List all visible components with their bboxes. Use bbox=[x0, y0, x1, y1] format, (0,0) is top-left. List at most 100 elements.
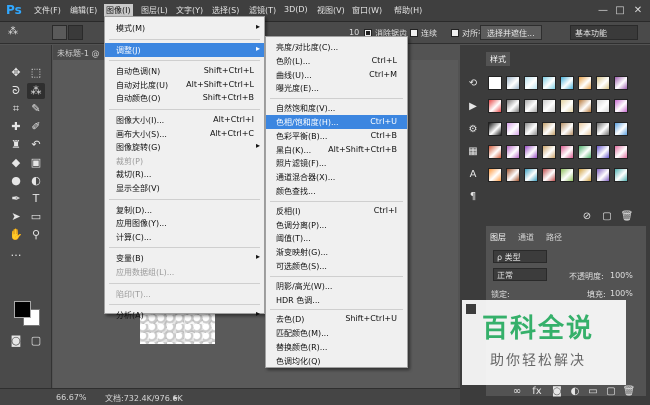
menu-item-模式[interactable]: 模式(M) ▸ bbox=[105, 21, 264, 35]
style-swatch[interactable] bbox=[596, 99, 610, 113]
new-layer-icon[interactable]: ▢ bbox=[604, 385, 618, 399]
menu-item-可选颜色[interactable]: 可选颜色(S)... bbox=[266, 259, 407, 273]
layer-style-icon[interactable]: fx bbox=[530, 385, 544, 399]
style-swatch[interactable] bbox=[542, 168, 556, 182]
link-layers-icon[interactable]: ∞ bbox=[510, 385, 524, 399]
menu-item-反相[interactable]: 反相(I) Ctrl+I bbox=[266, 204, 407, 218]
menu-item-色相-饱和度[interactable]: 色相/饱和度(H)... Ctrl+U bbox=[266, 115, 407, 129]
menu-item-自然饱和度[interactable]: 自然饱和度(V)... bbox=[266, 101, 407, 115]
menu-item-匹配颜色[interactable]: 匹配颜色(M)... bbox=[266, 326, 407, 340]
move-tool-icon[interactable]: ✥ bbox=[7, 65, 25, 81]
style-swatch[interactable] bbox=[506, 122, 520, 136]
brush-tool-icon[interactable]: ✐ bbox=[27, 119, 45, 135]
history-panel-icon[interactable]: ⟲ bbox=[466, 77, 480, 91]
menu-item-自动颜色[interactable]: 自动颜色(O) Shift+Ctrl+B bbox=[105, 91, 264, 105]
style-swatch[interactable] bbox=[614, 122, 628, 136]
sample-all-layers-checkbox[interactable] bbox=[451, 29, 459, 37]
style-swatch[interactable] bbox=[614, 76, 628, 90]
menu-item-通道混合器[interactable]: 通道混合器(X)... bbox=[266, 170, 407, 184]
menu-item-阴影-高光[interactable]: 阴影/高光(W)... bbox=[266, 279, 407, 293]
menu-layer[interactable]: 图层(L) bbox=[141, 5, 168, 16]
menu-item-复制[interactable]: 复制(D)... bbox=[105, 203, 264, 217]
menu-item-画布大小[interactable]: 画布大小(S)... Alt+Ctrl+C bbox=[105, 127, 264, 141]
style-swatch[interactable] bbox=[506, 145, 520, 159]
menu-item-自动对比度[interactable]: 自动对比度(U) Alt+Shift+Ctrl+L bbox=[105, 78, 264, 92]
rectangle-tool-icon[interactable]: ▭ bbox=[27, 209, 45, 225]
foreground-color-swatch[interactable] bbox=[14, 301, 31, 318]
style-swatch[interactable] bbox=[542, 145, 556, 159]
style-swatch[interactable] bbox=[578, 99, 592, 113]
magic-wand-tool-icon[interactable]: ⁂ bbox=[8, 26, 18, 37]
tab-channels[interactable]: 通道 bbox=[514, 230, 538, 244]
healing-brush-tool-icon[interactable]: ✚ bbox=[7, 119, 25, 135]
menu-file[interactable]: 文件(F) bbox=[34, 5, 61, 16]
no-style-icon[interactable]: ⊘ bbox=[580, 210, 594, 224]
menu-item-曝光度[interactable]: 曝光度(E)... bbox=[266, 81, 407, 95]
menu-item-hdr-色调[interactable]: HDR 色调... bbox=[266, 293, 407, 307]
style-swatch[interactable] bbox=[614, 99, 628, 113]
menu-item-去色[interactable]: 去色(D) Shift+Ctrl+U bbox=[266, 312, 407, 326]
menu-item-亮度-对比度[interactable]: 亮度/对比度(C)... bbox=[266, 40, 407, 54]
type-tool-icon[interactable]: T bbox=[27, 191, 45, 207]
menu-item-色阶[interactable]: 色阶(L)... Ctrl+L bbox=[266, 54, 407, 68]
more-tools-icon[interactable]: … bbox=[7, 245, 25, 261]
menu-item-调整[interactable]: 调整(J) ▸ bbox=[105, 42, 264, 57]
history-brush-tool-icon[interactable]: ↶ bbox=[27, 137, 45, 153]
menu-item-图像大小[interactable]: 图像大小(I)... Alt+Ctrl+I bbox=[105, 113, 264, 127]
document-tab[interactable]: 未标题-1 @ bbox=[53, 45, 108, 60]
character-panel-icon[interactable]: A bbox=[466, 168, 480, 182]
select-and-mask-button[interactable]: 选择并遮住... bbox=[480, 25, 542, 40]
style-swatch[interactable] bbox=[614, 145, 628, 159]
delete-style-icon[interactable]: 🗑 bbox=[620, 210, 634, 224]
style-swatch[interactable] bbox=[596, 168, 610, 182]
new-group-icon[interactable]: ▭ bbox=[586, 385, 600, 399]
new-selection-icon[interactable] bbox=[52, 25, 67, 40]
blur-tool-icon[interactable]: ● bbox=[7, 173, 25, 189]
eyedropper-tool-icon[interactable]: ✎ bbox=[27, 101, 45, 117]
menu-view[interactable]: 视图(V) bbox=[317, 5, 345, 16]
style-swatch[interactable] bbox=[578, 122, 592, 136]
menu-item-渐变映射[interactable]: 渐变映射(G)... bbox=[266, 245, 407, 259]
menu-item-显示全部[interactable]: 显示全部(V) bbox=[105, 181, 264, 195]
lasso-tool-icon[interactable]: ᘐ bbox=[7, 83, 25, 99]
style-swatch[interactable] bbox=[506, 168, 520, 182]
menu-item-图像旋转[interactable]: 图像旋转(G) ▸ bbox=[105, 140, 264, 154]
menu-item-照片滤镜[interactable]: 照片滤镜(F)... bbox=[266, 156, 407, 170]
layer-mask-icon[interactable]: ◙ bbox=[550, 385, 564, 399]
style-swatch[interactable] bbox=[488, 99, 502, 113]
menu-window[interactable]: 窗口(W) bbox=[352, 5, 382, 16]
style-swatch[interactable] bbox=[524, 168, 538, 182]
quick-mask-icon[interactable]: ◙ bbox=[7, 333, 25, 349]
zoom-tool-icon[interactable]: ⚲ bbox=[27, 227, 45, 243]
tab-paths[interactable]: 路径 bbox=[542, 230, 566, 244]
fill-value[interactable]: 100% bbox=[610, 289, 633, 298]
pen-tool-icon[interactable]: ✒ bbox=[7, 191, 25, 207]
style-swatch[interactable] bbox=[524, 76, 538, 90]
add-selection-icon[interactable] bbox=[68, 25, 83, 40]
style-swatch[interactable] bbox=[560, 99, 574, 113]
adjustment-layer-icon[interactable]: ◐ bbox=[568, 385, 582, 399]
zoom-level[interactable]: 66.67% bbox=[56, 393, 87, 402]
blend-mode-select[interactable]: 正常 bbox=[493, 268, 547, 281]
new-style-icon[interactable]: ▢ bbox=[600, 210, 614, 224]
delete-layer-icon[interactable]: 🗑 bbox=[622, 385, 636, 399]
tab-styles[interactable]: 样式 bbox=[486, 52, 510, 66]
menu-item-颜色查找[interactable]: 颜色查找... bbox=[266, 184, 407, 198]
menu-item-替换颜色[interactable]: 替换颜色(R)... bbox=[266, 340, 407, 354]
style-swatch[interactable] bbox=[560, 122, 574, 136]
style-swatch[interactable] bbox=[488, 122, 502, 136]
marquee-tool-icon[interactable]: ⬚ bbox=[27, 65, 45, 81]
style-swatch[interactable] bbox=[614, 168, 628, 182]
path-selection-tool-icon[interactable]: ➤ bbox=[7, 209, 25, 225]
style-swatch[interactable] bbox=[488, 168, 502, 182]
menu-filter[interactable]: 滤镜(T) bbox=[249, 5, 276, 16]
menu-item-计算[interactable]: 计算(C)... bbox=[105, 230, 264, 244]
menu-edit[interactable]: 编辑(E) bbox=[70, 5, 97, 16]
menu-select[interactable]: 选择(S) bbox=[212, 5, 239, 16]
style-swatch[interactable] bbox=[578, 145, 592, 159]
gradient-tool-icon[interactable]: ▣ bbox=[27, 155, 45, 171]
style-swatch[interactable] bbox=[488, 145, 502, 159]
menu-type[interactable]: 文字(Y) bbox=[176, 5, 203, 16]
menu-help[interactable]: 帮助(H) bbox=[394, 5, 422, 16]
style-swatch[interactable] bbox=[596, 76, 610, 90]
